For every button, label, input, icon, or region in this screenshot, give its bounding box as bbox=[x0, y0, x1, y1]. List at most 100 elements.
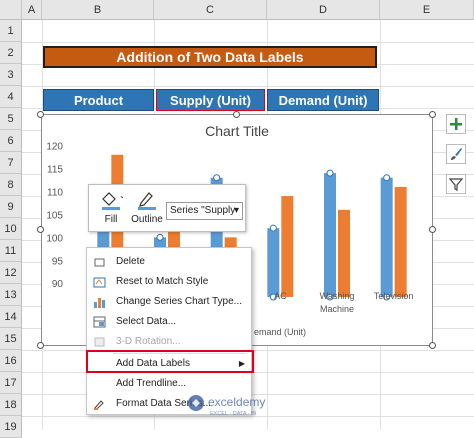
chart-styles-button[interactable] bbox=[446, 144, 466, 164]
menu-item-add-trendline[interactable]: Add Trendline... bbox=[87, 374, 251, 394]
row-header[interactable]: 2 bbox=[0, 42, 22, 64]
column-header-e[interactable]: E bbox=[380, 0, 474, 20]
chart-type-icon bbox=[94, 298, 105, 308]
menu-item-select-data[interactable]: Select Data... bbox=[87, 312, 251, 332]
row-header[interactable]: 9 bbox=[0, 196, 22, 218]
select-all-corner[interactable] bbox=[0, 0, 22, 20]
row-header[interactable]: 12 bbox=[0, 262, 22, 284]
pen-outline-icon bbox=[138, 192, 156, 210]
highlight-box bbox=[86, 350, 254, 373]
row-header[interactable]: 14 bbox=[0, 306, 22, 328]
bar-selection-handle bbox=[269, 224, 277, 232]
y-tick-label: 90 bbox=[52, 279, 64, 290]
bar-selection-handle bbox=[383, 174, 391, 182]
x-tick-label: AC bbox=[274, 291, 287, 301]
filter-icon bbox=[449, 178, 463, 191]
y-tick-label: 100 bbox=[46, 233, 63, 244]
gridline bbox=[22, 42, 474, 43]
menu-item-label: 3-D Rotation... bbox=[116, 336, 181, 347]
row-header[interactable]: 6 bbox=[0, 130, 22, 152]
row-header[interactable]: 15 bbox=[0, 328, 22, 350]
column-header-b[interactable]: B bbox=[42, 0, 154, 20]
mini-toolbar: ⌄ Fill Outline Series "Supply ▾ bbox=[88, 184, 246, 232]
plus-icon bbox=[450, 118, 462, 130]
header-cell-demand[interactable]: Demand (Unit) bbox=[267, 89, 379, 111]
bar-selection-handle bbox=[326, 169, 334, 177]
svg-text:EXCEL · DATA · BI: EXCEL · DATA · BI bbox=[210, 411, 257, 417]
chart-elements-button[interactable] bbox=[446, 114, 466, 134]
row-header[interactable]: 10 bbox=[0, 218, 22, 240]
bar[interactable] bbox=[380, 177, 393, 297]
y-tick-label: 115 bbox=[47, 165, 63, 176]
x-tick-label: Television bbox=[374, 291, 414, 301]
bar[interactable] bbox=[394, 186, 407, 297]
y-tick-label: 105 bbox=[46, 210, 63, 221]
delete-icon bbox=[94, 258, 105, 267]
sheet-title-banner[interactable]: Addition of Two Data Labels bbox=[43, 46, 377, 68]
fill-button[interactable]: ⌄ Fill bbox=[94, 189, 128, 225]
column-header-a[interactable]: A bbox=[22, 0, 42, 20]
menu-item-label: Delete bbox=[116, 256, 145, 267]
row-header[interactable]: 3 bbox=[0, 64, 22, 86]
y-tick-label: 120 bbox=[46, 142, 63, 153]
menu-item-delete[interactable]: Delete bbox=[87, 252, 251, 272]
menu-item-reset-style[interactable]: Reset to Match Style bbox=[87, 272, 251, 292]
resize-handle[interactable] bbox=[37, 342, 44, 349]
header-cell-product[interactable]: Product bbox=[43, 89, 154, 111]
bar[interactable] bbox=[338, 209, 350, 297]
row-header[interactable]: 18 bbox=[0, 394, 22, 416]
resize-handle[interactable] bbox=[233, 111, 240, 118]
paint-bucket-icon: ⌄ bbox=[102, 191, 126, 210]
menu-item-3d-rotation: 3-D Rotation... bbox=[87, 332, 251, 352]
menu-item-label: Add Trendline... bbox=[116, 378, 187, 389]
row-header[interactable]: 13 bbox=[0, 284, 22, 306]
resize-handle[interactable] bbox=[37, 226, 44, 233]
menu-item-label: Reset to Match Style bbox=[116, 276, 209, 287]
gridline bbox=[22, 86, 474, 87]
header-cell-supply[interactable]: Supply (Unit) bbox=[156, 89, 265, 111]
brush-icon bbox=[451, 148, 462, 160]
row-header[interactable]: 19 bbox=[0, 416, 22, 438]
menu-item-change-chart-type[interactable]: Change Series Chart Type... bbox=[87, 292, 251, 312]
format-series-icon bbox=[94, 400, 104, 410]
y-tick-label: 110 bbox=[47, 187, 63, 198]
x-axis-title: emand (Unit) bbox=[254, 327, 306, 337]
chart-filters-button[interactable] bbox=[446, 174, 466, 194]
row-header[interactable]: 5 bbox=[0, 108, 22, 130]
y-tick-label: 95 bbox=[52, 256, 64, 267]
bar[interactable] bbox=[267, 228, 280, 297]
chevron-down-icon: ▾ bbox=[233, 205, 239, 216]
row-header[interactable]: 8 bbox=[0, 174, 22, 196]
series-selector-value: Series "Supply bbox=[170, 205, 236, 216]
row-header[interactable]: 7 bbox=[0, 152, 22, 174]
svg-text:exceldemy: exceldemy bbox=[208, 395, 265, 409]
menu-item-label: Select Data... bbox=[116, 316, 177, 327]
select-data-icon bbox=[93, 316, 106, 328]
row-header[interactable]: 17 bbox=[0, 372, 22, 394]
exceldemy-logo: exceldemy EXCEL · DATA · BI bbox=[188, 395, 265, 417]
resize-handle[interactable] bbox=[429, 342, 436, 349]
bar[interactable] bbox=[324, 173, 336, 297]
row-header[interactable]: 1 bbox=[0, 20, 22, 42]
row-header[interactable]: 11 bbox=[0, 240, 22, 262]
row-header[interactable]: 4 bbox=[0, 86, 22, 108]
svg-text:⌄: ⌄ bbox=[119, 191, 123, 200]
series-selector-dropdown[interactable]: Series "Supply ▾ bbox=[166, 202, 243, 220]
outline-button[interactable]: Outline bbox=[129, 189, 165, 225]
resize-handle[interactable] bbox=[429, 226, 436, 233]
column-header-c[interactable]: C bbox=[154, 0, 267, 20]
context-menu: Delete Reset to Match Style Change Serie… bbox=[86, 247, 252, 415]
column-header-d[interactable]: D bbox=[267, 0, 380, 20]
row-header[interactable]: 16 bbox=[0, 350, 22, 372]
fill-label: Fill bbox=[104, 214, 118, 225]
resize-handle[interactable] bbox=[37, 111, 44, 118]
resize-handle[interactable] bbox=[429, 111, 436, 118]
bar[interactable] bbox=[281, 196, 294, 297]
exceldemy-watermark: exceldemy EXCEL · DATA · BI bbox=[186, 392, 296, 418]
menu-item-label: Change Series Chart Type... bbox=[116, 296, 242, 307]
outline-label: Outline bbox=[131, 214, 163, 225]
bar-selection-handle bbox=[213, 174, 221, 182]
rotation-icon bbox=[94, 337, 105, 347]
reset-style-icon bbox=[93, 277, 106, 288]
x-tick-label: Machine bbox=[320, 304, 354, 314]
